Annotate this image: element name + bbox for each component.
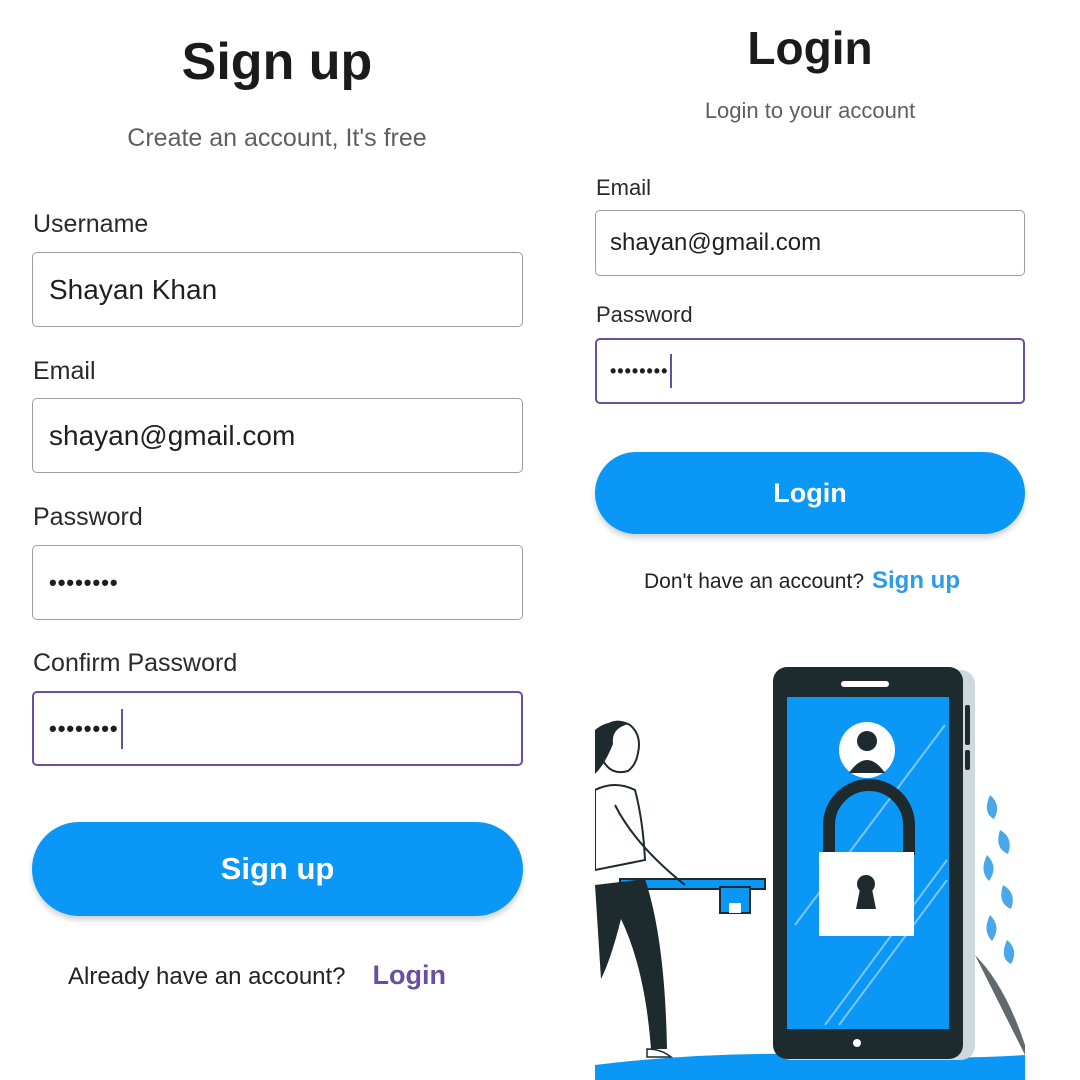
confirm-password-field[interactable]: •••••••• [32,691,523,766]
username-value: Shayan Khan [49,273,218,305]
login-footer: Don't have an account? Sign up [644,567,960,595]
login-password-value: •••••••• [610,360,669,381]
login-email-label: Email [596,175,652,200]
login-email-field[interactable]: shayan@gmail.com [595,210,1025,276]
login-title: Login [747,22,873,74]
signup-email-field[interactable]: shayan@gmail.com [32,398,523,473]
signup-footer: Already have an account? Login [68,960,446,991]
confirm-password-value: •••••••• [49,715,119,741]
leaf-plant-icon [975,795,1025,1055]
text-caret [120,708,123,749]
signup-subtitle: Create an account, It's free [127,124,427,152]
signup-link[interactable]: Sign up [872,567,960,595]
username-field[interactable]: Shayan Khan [32,252,523,327]
signup-email-value: shayan@gmail.com [49,419,296,451]
login-button[interactable]: Login [595,452,1025,534]
login-button-label: Login [773,477,847,508]
signup-title: Sign up [181,33,373,91]
login-footer-text: Don't have an account? [644,570,864,593]
signup-button[interactable]: Sign up [32,822,523,916]
signup-password-value: •••••••• [49,569,119,595]
text-caret [670,354,673,388]
signup-password-label: Password [33,503,143,531]
confirm-password-label: Confirm Password [33,649,238,677]
login-subtitle: Login to your account [704,98,916,123]
login-email-value: shayan@gmail.com [610,229,822,256]
username-label: Username [33,210,149,238]
login-link[interactable]: Login [373,960,446,991]
login-password-label: Password [596,302,693,327]
signup-password-field[interactable]: •••••••• [32,545,523,620]
login-password-field[interactable]: •••••••• [595,338,1025,404]
signup-footer-text: Already have an account? [68,963,346,990]
security-illustration [595,667,1025,1080]
signup-email-label: Email [33,357,96,385]
user-avatar-icon [839,722,895,778]
signup-button-label: Sign up [220,851,335,886]
